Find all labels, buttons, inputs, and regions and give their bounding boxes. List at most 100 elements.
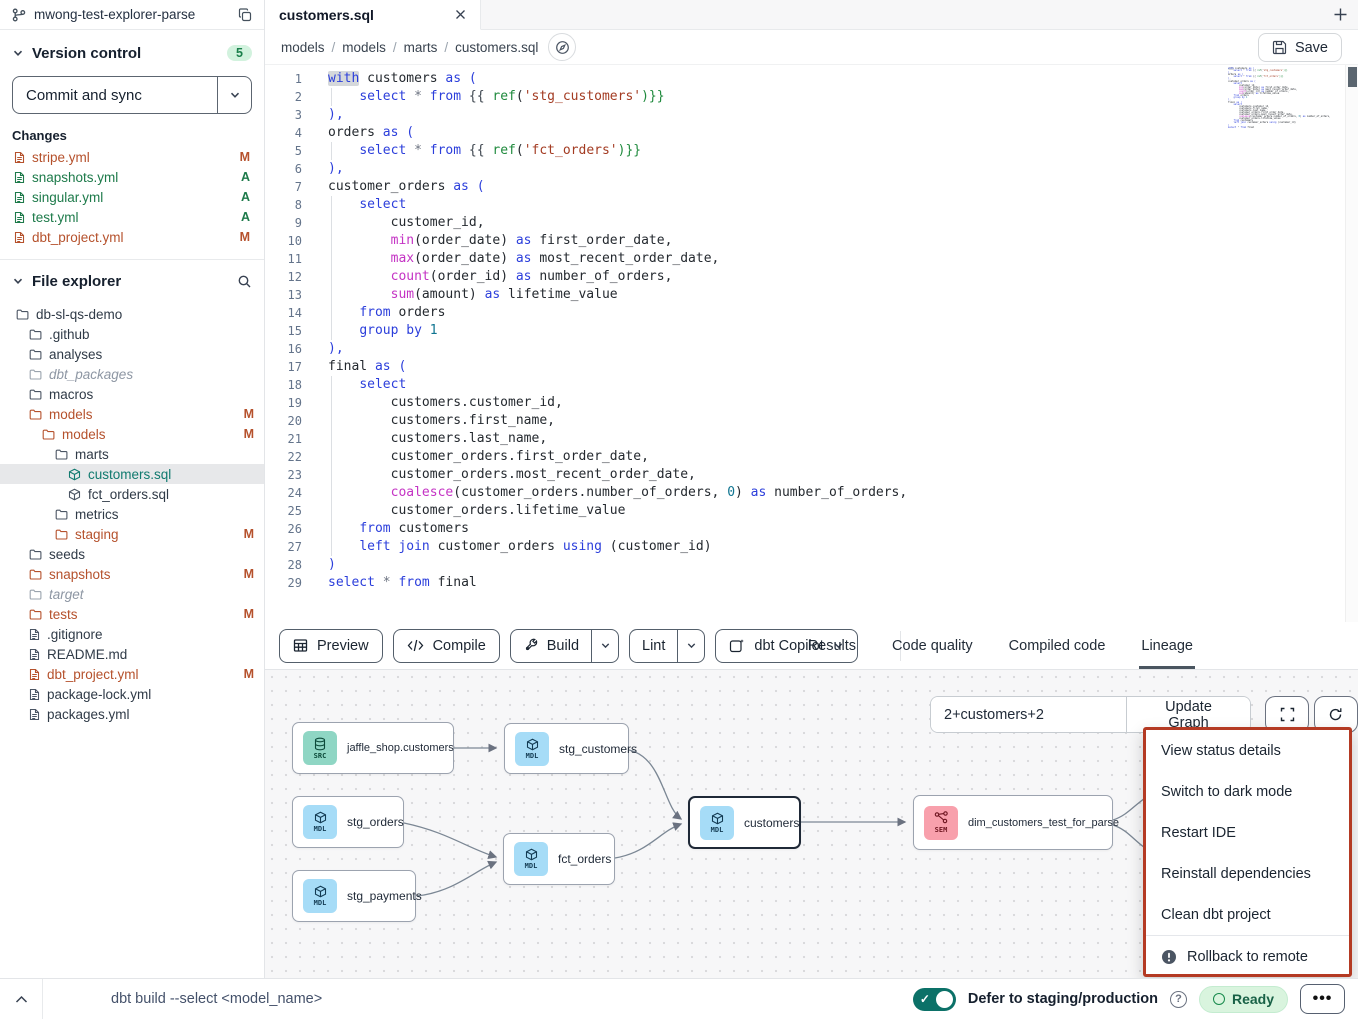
code-line-13[interactable]: 13 sum(amount) as lifetime_value [265,286,1358,304]
code-line-23[interactable]: 23 customer_orders.most_recent_order_dat… [265,466,1358,484]
commit-options-chevron[interactable] [217,77,251,113]
code-line-18[interactable]: 18 select [265,376,1358,394]
tree-folder-snapshots[interactable]: snapshotsM [0,564,264,584]
breadcrumb-item-marts[interactable]: marts [404,40,438,55]
code-line-16[interactable]: 16), [265,340,1358,358]
commit-and-sync-button[interactable]: Commit and sync [12,76,252,114]
expand-console-chevron[interactable] [0,995,42,1004]
search-icon[interactable] [237,274,252,289]
lineage-node-stg_orders[interactable]: MDL stg_orders [292,796,404,848]
menu-item-view-status-details[interactable]: View status details [1146,730,1349,771]
tree-folder-metrics[interactable]: metrics [0,504,264,524]
tab-results[interactable]: Results [808,622,856,669]
build-options-chevron[interactable] [591,630,618,662]
code-line-29[interactable]: 29select * from final [265,574,1358,592]
code-line-27[interactable]: 27 left join customer_orders using (cust… [265,538,1358,556]
code-line-14[interactable]: 14 from orders [265,304,1358,322]
menu-item-clean-dbt-project[interactable]: Clean dbt project [1146,894,1349,935]
tree-file-fct_orders.sql[interactable]: fct_orders.sql [0,484,264,504]
tree-folder-target[interactable]: target [0,584,264,604]
code-line-25[interactable]: 25 customer_orders.lifetime_value [265,502,1358,520]
open-in-explorer-button[interactable] [548,33,576,61]
status-badge[interactable]: Ready [1199,986,1288,1013]
tree-folder-dbt_packages[interactable]: dbt_packages [0,364,264,384]
code-line-3[interactable]: 3), [265,106,1358,124]
save-button[interactable]: Save [1258,33,1342,62]
change-item-stripe.yml[interactable]: stripe.yml M [0,147,264,167]
code-line-24[interactable]: 24 coalesce(customer_orders.number_of_or… [265,484,1358,502]
lineage-node-jaffle_shop.customers[interactable]: SRC jaffle_shop.customers [292,722,454,774]
menu-item-restart-ide[interactable]: Restart IDE [1146,812,1349,853]
new-tab-button[interactable] [1333,0,1348,29]
tree-file-package-lock.yml[interactable]: package-lock.yml [0,684,264,704]
menu-item-rollback-to-remote[interactable]: Rollback to remote [1146,936,1349,977]
breadcrumb-item-customers.sql[interactable]: customers.sql [455,40,538,55]
code-editor[interactable]: 1with customers as (2 select * from {{ r… [265,64,1358,622]
code-line-12[interactable]: 12 count(order_id) as number_of_orders, [265,268,1358,286]
tab-compiled-code[interactable]: Compiled code [1009,622,1106,669]
code-line-10[interactable]: 10 min(order_date) as first_order_date, [265,232,1358,250]
lineage-panel[interactable]: SRC jaffle_shop.customers MDL stg_custome… [265,670,1358,978]
code-line-19[interactable]: 19 customers.customer_id, [265,394,1358,412]
tree-folder-models[interactable]: modelsM [0,424,264,444]
code-line-7[interactable]: 7customer_orders as ( [265,178,1358,196]
defer-toggle[interactable]: ✓ [913,988,956,1011]
more-options-button[interactable]: ••• [1300,984,1345,1014]
menu-item-reinstall-dependencies[interactable]: Reinstall dependencies [1146,853,1349,894]
tree-file-packages.yml[interactable]: packages.yml [0,704,264,724]
chevron-down-icon[interactable] [12,275,24,287]
close-tab-icon[interactable] [455,9,466,20]
scrollbar-thumb[interactable] [1348,67,1357,87]
tree-folder-seeds[interactable]: seeds [0,544,264,564]
lineage-node-customers[interactable]: MDL customers [688,796,801,849]
tree-file-README.md[interactable]: README.md [0,644,264,664]
change-item-dbt_project.yml[interactable]: dbt_project.yml M [0,227,264,247]
compile-button[interactable]: Compile [393,629,500,663]
lineage-node-stg_customers[interactable]: MDL stg_customers [504,723,629,774]
lineage-node-dim_customers_test_for_parse[interactable]: SEM dim_customers_test_for_parse [913,795,1113,850]
tree-folder-models[interactable]: modelsM [0,404,264,424]
tree-folder-db-sl-qs-demo[interactable]: db-sl-qs-demo [0,304,264,324]
lint-options-chevron[interactable] [677,630,704,662]
change-item-snapshots.yml[interactable]: snapshots.yml A [0,167,264,187]
tree-folder-macros[interactable]: macros [0,384,264,404]
code-line-4[interactable]: 4orders as ( [265,124,1358,142]
copy-icon[interactable] [238,8,252,22]
code-line-11[interactable]: 11 max(order_date) as most_recent_order_… [265,250,1358,268]
tree-file-customers.sql[interactable]: customers.sql [0,464,264,484]
breadcrumb-item-models[interactable]: models [281,40,325,55]
lint-button[interactable]: Lint [630,630,677,662]
command-input[interactable]: dbt build --select <model_name> [111,991,322,1007]
code-line-26[interactable]: 26 from customers [265,520,1358,538]
tree-file-dbt_project.yml[interactable]: dbt_project.ymlM [0,664,264,684]
code-line-22[interactable]: 22 customer_orders.first_order_date, [265,448,1358,466]
tree-folder-tests[interactable]: testsM [0,604,264,624]
tree-folder-.github[interactable]: .github [0,324,264,344]
editor-scrollbar[interactable] [1345,65,1358,622]
code-line-17[interactable]: 17final as ( [265,358,1358,376]
code-line-2[interactable]: 2 select * from {{ ref('stg_customers')}… [265,88,1358,106]
code-line-1[interactable]: 1with customers as ( [265,70,1358,88]
code-line-15[interactable]: 15 group by 1 [265,322,1358,340]
code-line-5[interactable]: 5 select * from {{ ref('fct_orders')}} [265,142,1358,160]
tree-folder-staging[interactable]: stagingM [0,524,264,544]
tree-folder-marts[interactable]: marts [0,444,264,464]
code-line-9[interactable]: 9 customer_id, [265,214,1358,232]
code-line-21[interactable]: 21 customers.last_name, [265,430,1358,448]
lineage-node-stg_payments[interactable]: MDL stg_payments [292,870,416,922]
tab-lineage[interactable]: Lineage [1141,622,1193,669]
lineage-node-fct_orders[interactable]: MDL fct_orders [503,833,615,885]
build-button[interactable]: Build [511,630,591,662]
tree-folder-analyses[interactable]: analyses [0,344,264,364]
menu-item-switch-to-dark-mode[interactable]: Switch to dark mode [1146,771,1349,812]
change-item-test.yml[interactable]: test.yml A [0,207,264,227]
preview-button[interactable]: Preview [279,629,383,663]
tab-customers-sql[interactable]: customers.sql [265,0,481,30]
code-line-28[interactable]: 28) [265,556,1358,574]
tab-code-quality[interactable]: Code quality [892,622,973,669]
tree-file-.gitignore[interactable]: .gitignore [0,624,264,644]
change-item-singular.yml[interactable]: singular.yml A [0,187,264,207]
code-line-6[interactable]: 6), [265,160,1358,178]
code-line-20[interactable]: 20 customers.first_name, [265,412,1358,430]
lineage-selector-input[interactable] [931,697,1126,732]
